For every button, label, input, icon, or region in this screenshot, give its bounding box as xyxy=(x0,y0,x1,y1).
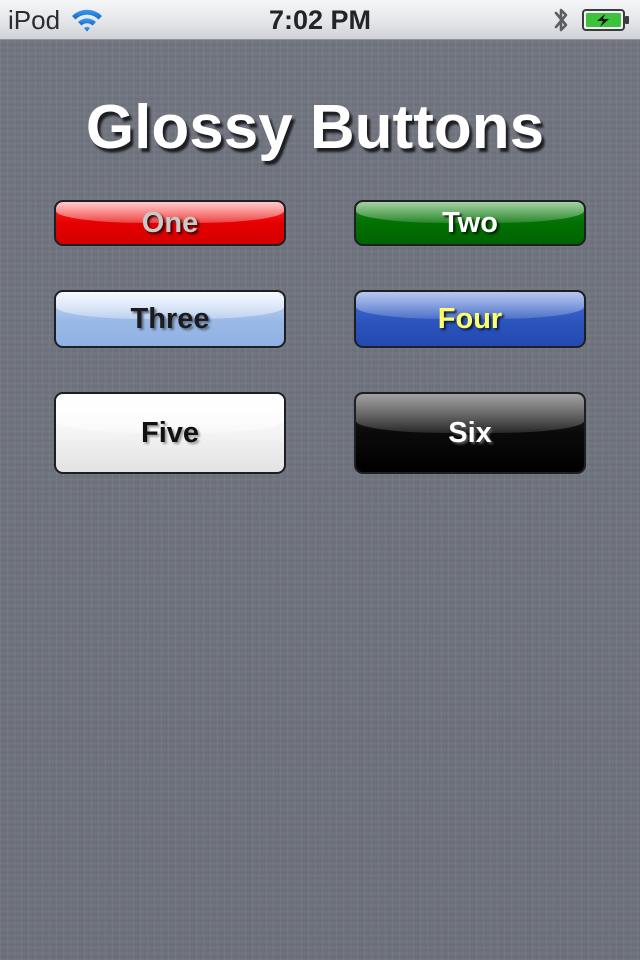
status-time: 7:02 PM xyxy=(268,5,372,35)
two-button[interactable]: Two xyxy=(354,200,586,246)
three-button-label: Three xyxy=(130,302,210,335)
five-button[interactable]: Five xyxy=(54,392,286,474)
page-title: Glossy Buttons xyxy=(85,93,545,162)
one-button-label: One xyxy=(141,206,199,239)
four-button-label: Four xyxy=(437,302,503,335)
two-button-label: Two xyxy=(442,206,498,239)
four-button[interactable]: Four xyxy=(354,290,586,348)
three-button[interactable]: Three xyxy=(54,290,286,348)
six-button-label: Six xyxy=(448,416,492,449)
five-button-label: Five xyxy=(140,416,200,449)
battery-charging-icon xyxy=(582,8,630,32)
bluetooth-icon xyxy=(552,5,570,35)
status-bar: iPod 7:02 PM xyxy=(0,0,640,40)
one-button[interactable]: One xyxy=(54,200,286,246)
status-right xyxy=(552,0,630,40)
six-button[interactable]: Six xyxy=(354,392,586,474)
